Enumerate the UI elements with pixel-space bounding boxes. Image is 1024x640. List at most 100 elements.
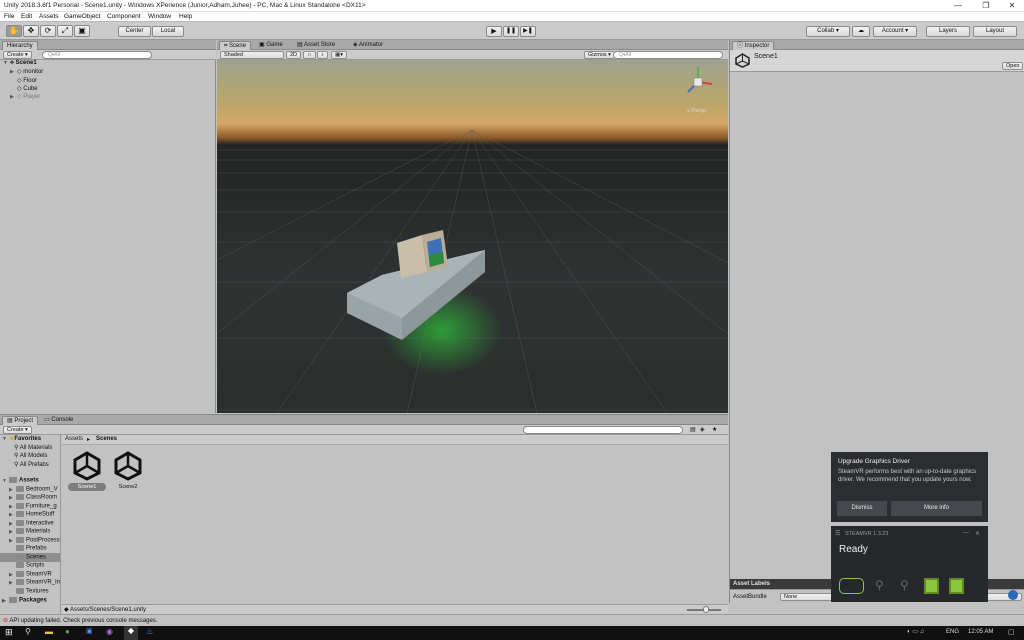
scene-search-input[interactable]: Q▾All — [613, 51, 723, 59]
scene-file-scene2[interactable]: Scene2 — [109, 451, 147, 493]
cloud-icon[interactable]: ☁ — [852, 26, 870, 37]
clock[interactable]: 12:05 AM — [968, 629, 993, 635]
folder-item[interactable]: ▶ HomeStuff — [9, 511, 54, 518]
file-explorer-icon[interactable]: ▬ — [45, 627, 53, 636]
tab-game[interactable]: ▣ Game — [255, 41, 287, 50]
2d-toggle[interactable]: 2D — [286, 51, 302, 59]
menu-gameobject[interactable]: GameObject — [64, 13, 101, 20]
filter-label-icon[interactable]: ◈ — [700, 426, 705, 433]
visual-studio-icon[interactable]: ▣ — [86, 627, 93, 635]
app-icon[interactable]: ◉ — [106, 627, 113, 636]
tab-asset-store[interactable]: ▤ Asset Store — [293, 41, 339, 50]
menu-file[interactable]: File — [4, 13, 14, 20]
gizmos-dropdown[interactable]: Gizmos ▾ — [584, 51, 615, 59]
hierarchy-search-input[interactable]: Q▾All — [42, 51, 152, 59]
breadcrumb-assets[interactable]: Assets — [65, 436, 83, 442]
action-center-icon[interactable]: ▢ — [1008, 628, 1015, 636]
menu-window[interactable]: Window — [148, 13, 171, 20]
folder-item[interactable]: Prefabs — [9, 545, 47, 552]
folder-item[interactable]: ▶ ClassRoom — [9, 494, 57, 501]
tab-hierarchy[interactable]: Hierarchy — [2, 41, 38, 50]
breadcrumb-scenes[interactable]: Scenes — [96, 436, 117, 442]
folder-item[interactable]: ▶ Materials — [9, 528, 50, 535]
rect-tool-button[interactable]: ▣ — [74, 25, 90, 37]
system-tray-icons[interactable]: ◐ ▭ ♫ — [907, 628, 924, 635]
search-icon[interactable]: ⚲ — [25, 627, 31, 636]
step-button[interactable]: ▶❚ — [520, 26, 536, 37]
dismiss-button[interactable]: Dismiss — [837, 501, 887, 516]
shading-mode-dropdown[interactable]: Shaded — [220, 51, 284, 59]
more-info-button[interactable]: More info — [891, 501, 982, 516]
minimize-icon[interactable]: — — [963, 530, 969, 536]
windows-start-icon[interactable]: ⊞ — [5, 627, 13, 638]
status-message[interactable]: ⊘ API updating failed. Check previous co… — [3, 617, 157, 624]
pivot-local-toggle[interactable]: Local — [152, 26, 184, 37]
icon-size-slider-handle[interactable] — [703, 606, 709, 613]
project-create-button[interactable]: Create ▾ — [3, 426, 32, 434]
tab-animator[interactable]: ◈ Animator — [349, 41, 387, 50]
menu-component[interactable]: Component — [107, 13, 141, 20]
language-indicator[interactable]: ENG — [946, 629, 959, 635]
lighting-toggle-icon[interactable]: ☼ — [303, 51, 317, 59]
inspector-open-button[interactable]: Open — [1002, 62, 1024, 70]
rotate-tool-button[interactable]: ⟳ — [40, 25, 56, 37]
menu-edit[interactable]: Edit — [21, 13, 32, 20]
audio-toggle-icon[interactable]: ♪ — [317, 51, 328, 59]
unity-taskbar-icon[interactable]: ◆ — [124, 626, 138, 640]
project-search-input[interactable] — [523, 426, 683, 434]
folder-item[interactable]: ▶ Furniture_g — [9, 503, 57, 510]
tab-inspector[interactable]: ⓘ Inspector — [732, 41, 775, 50]
filter-type-icon[interactable]: ▤ — [690, 426, 696, 433]
fav-all-materials[interactable]: ⚲ All Materials — [14, 444, 52, 451]
steam-icon[interactable]: ♨ — [146, 627, 153, 636]
folder-item[interactable]: ▶ Interactive — [9, 520, 54, 527]
folder-item[interactable]: ▶ SteamVR — [9, 571, 52, 578]
star-icon[interactable]: ★ — [712, 426, 717, 433]
menu-icon[interactable]: ☰ — [835, 530, 840, 537]
effects-dropdown-icon[interactable]: ▦▾ — [331, 51, 347, 59]
file-path: ◆ Assets/Scenes/Scene1.unity — [64, 607, 146, 613]
assets-root[interactable]: ▼ Assets — [2, 477, 39, 484]
layout-dropdown[interactable]: Layout — [973, 26, 1017, 37]
folder-item-selected[interactable]: Scenes — [9, 554, 46, 561]
minimize-button[interactable]: — — [944, 0, 972, 12]
menu-help[interactable]: Help — [179, 13, 192, 20]
move-tool-button[interactable]: ✥ — [23, 25, 39, 37]
layers-dropdown[interactable]: Layers — [926, 26, 970, 37]
scene-root-item[interactable]: ▼ ⟡ Scene1 — [3, 60, 37, 67]
folder-item[interactable]: ▶ SteamVR_In — [9, 579, 60, 586]
folder-item[interactable]: ▶ PostProcess — [9, 537, 60, 544]
play-button[interactable]: ▶ — [486, 26, 502, 37]
pause-button[interactable]: ❚❚ — [503, 26, 519, 37]
hierarchy-item-cube[interactable]: ◇ Cube — [17, 85, 38, 92]
collab-dropdown[interactable]: Collab ▾ — [806, 26, 850, 37]
fav-all-models[interactable]: ⚲ All Models — [14, 452, 47, 459]
hierarchy-item-player[interactable]: ▶ ◇ Player — [10, 93, 40, 100]
hierarchy-create-button[interactable]: Create ▾ — [3, 51, 32, 59]
folder-item[interactable]: Textures — [9, 588, 49, 595]
hierarchy-item-floor[interactable]: ◇ Floor — [17, 77, 37, 84]
close-icon[interactable]: ✕ — [975, 530, 980, 537]
scene-viewport[interactable]: ≤ Persp — [217, 60, 728, 413]
packages-root[interactable]: ▶ Packages — [2, 597, 47, 604]
scene-gizmo-icon[interactable] — [680, 64, 716, 100]
scene-file-scene1[interactable]: Scene1 — [68, 451, 106, 493]
close-window-button[interactable]: ✕ — [998, 0, 1024, 12]
notification-indicator-icon[interactable] — [1008, 590, 1018, 600]
scale-tool-button[interactable]: ⤢ — [57, 25, 73, 37]
account-dropdown[interactable]: Account ▾ — [873, 26, 917, 37]
perspective-label[interactable]: ≤ Persp — [687, 108, 706, 114]
folder-item[interactable]: ▶ Bedroom_V — [9, 486, 58, 493]
chrome-icon[interactable]: ● — [65, 627, 70, 636]
pivot-center-toggle[interactable]: Center — [118, 26, 151, 37]
hand-tool-button[interactable]: ✋ — [6, 25, 22, 37]
hierarchy-item-monitor[interactable]: ▶ ◇ monitor — [10, 68, 43, 75]
fav-all-prefabs[interactable]: ⚲ All Prefabs — [14, 461, 49, 468]
maximize-button[interactable]: ❐ — [972, 0, 1000, 12]
favorites-section[interactable]: ▼ ★Favorites — [2, 435, 41, 442]
folder-item[interactable]: Scripts — [9, 562, 44, 569]
tab-scene[interactable]: ⌗ Scene — [219, 41, 252, 50]
tab-console[interactable]: ▭ Console — [40, 416, 77, 425]
tab-project[interactable]: ▤ Project — [2, 416, 39, 425]
menu-assets[interactable]: Assets — [39, 13, 59, 20]
